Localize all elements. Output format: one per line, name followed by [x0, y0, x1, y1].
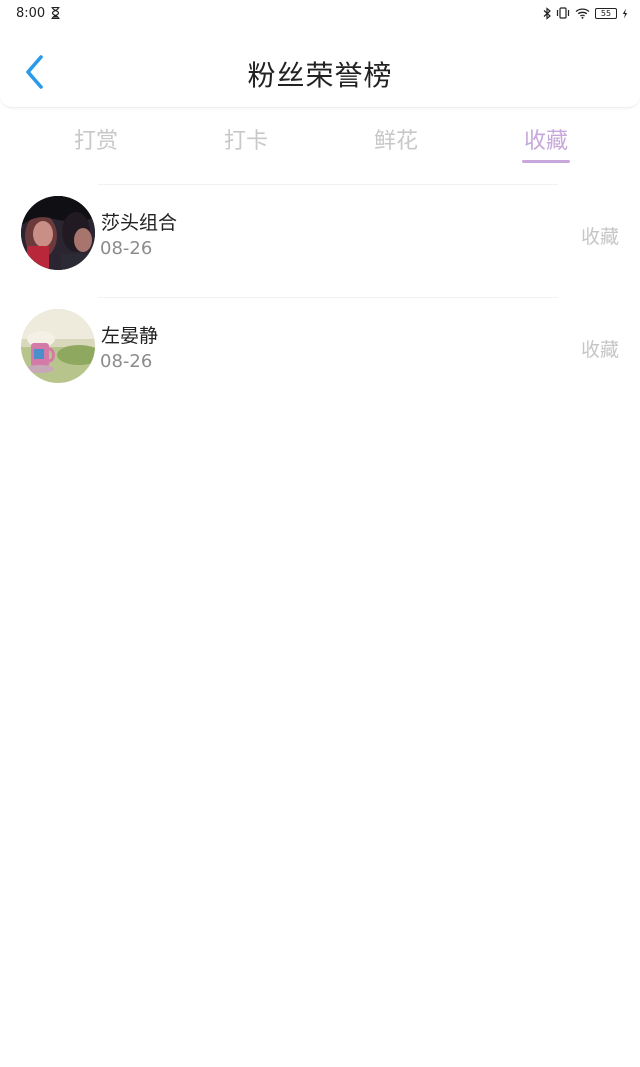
item-action-label: 收藏	[580, 339, 619, 361]
status-left: 8:00	[16, 6, 60, 21]
bluetooth-icon	[543, 6, 551, 20]
list-item[interactable]: 莎头组合 08-26 收藏	[0, 184, 640, 297]
header: 粉丝荣誉榜	[0, 26, 640, 108]
hourglass-icon	[51, 7, 60, 19]
status-time: 8:00	[16, 5, 46, 21]
tab-label: 打赏	[73, 129, 118, 154]
page-title: 粉丝荣誉榜	[247, 59, 393, 92]
fan-list: 莎头组合 08-26 收藏 左晏静 08-26 收藏	[0, 184, 640, 410]
divider	[98, 184, 558, 185]
item-action-label: 收藏	[580, 226, 619, 248]
tab-label: 鲜花	[373, 129, 418, 154]
tab-reward[interactable]: 打赏	[21, 112, 171, 168]
avatar	[21, 196, 95, 270]
tab-label: 收藏	[523, 129, 568, 154]
wifi-icon	[575, 7, 590, 19]
tab-label: 打卡	[223, 129, 268, 154]
divider	[98, 297, 558, 298]
item-date: 08-26	[100, 351, 153, 372]
charging-icon	[622, 8, 628, 19]
list-item[interactable]: 左晏静 08-26 收藏	[0, 297, 640, 410]
vibrate-icon	[556, 7, 570, 19]
item-name: 莎头组合	[101, 212, 178, 234]
active-tab-indicator	[522, 160, 570, 163]
status-right: 55	[543, 6, 628, 20]
tab-flowers[interactable]: 鲜花	[321, 112, 471, 168]
item-date: 08-26	[100, 238, 153, 259]
tab-bar: 打赏 打卡 鲜花 收藏	[0, 112, 640, 168]
tab-favorites[interactable]: 收藏	[471, 112, 621, 168]
avatar	[21, 309, 95, 383]
battery-icon: 55	[595, 7, 617, 19]
item-name: 左晏静	[101, 325, 159, 347]
status-bar: 8:00 55	[0, 0, 640, 26]
tab-checkin[interactable]: 打卡	[171, 112, 321, 168]
